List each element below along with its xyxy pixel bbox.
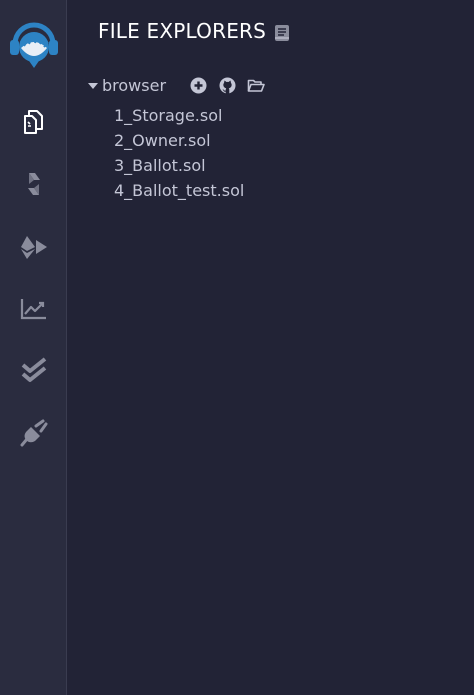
documentation-icon[interactable]	[274, 24, 290, 42]
caret-down-icon	[88, 82, 98, 89]
file-item[interactable]: 4_Ballot_test.sol	[114, 178, 244, 203]
tree-root-browser[interactable]: browser	[88, 74, 166, 96]
solidity-compiler-icon[interactable]	[18, 168, 50, 200]
file-item[interactable]: 2_Owner.sol	[114, 128, 244, 153]
open-folder-icon[interactable]	[247, 76, 265, 94]
file-explorer-icon[interactable]	[18, 106, 50, 138]
remix-ide-window: FILE EXPLORERS browser 1_Storage.sol 2_O…	[0, 0, 474, 695]
file-list: 1_Storage.sol 2_Owner.sol 3_Ballot.sol 4…	[114, 103, 244, 203]
panel-title: FILE EXPLORERS	[98, 19, 267, 43]
deploy-run-icon[interactable]	[18, 231, 50, 263]
github-icon[interactable]	[218, 76, 236, 94]
tree-actions	[189, 76, 276, 94]
tree-root-label: browser	[102, 75, 167, 95]
file-explorer-panel: FILE EXPLORERS browser 1_Storage.sol 2_O…	[67, 0, 474, 695]
file-item[interactable]: 1_Storage.sol	[114, 103, 244, 128]
testing-check-icon[interactable]	[18, 355, 50, 387]
create-file-icon[interactable]	[189, 76, 207, 94]
analysis-chart-icon[interactable]	[18, 293, 50, 325]
remix-logo-icon[interactable]	[7, 18, 61, 72]
plugin-manager-icon[interactable]	[18, 417, 50, 449]
icon-panel	[0, 0, 67, 695]
file-item[interactable]: 3_Ballot.sol	[114, 153, 244, 178]
